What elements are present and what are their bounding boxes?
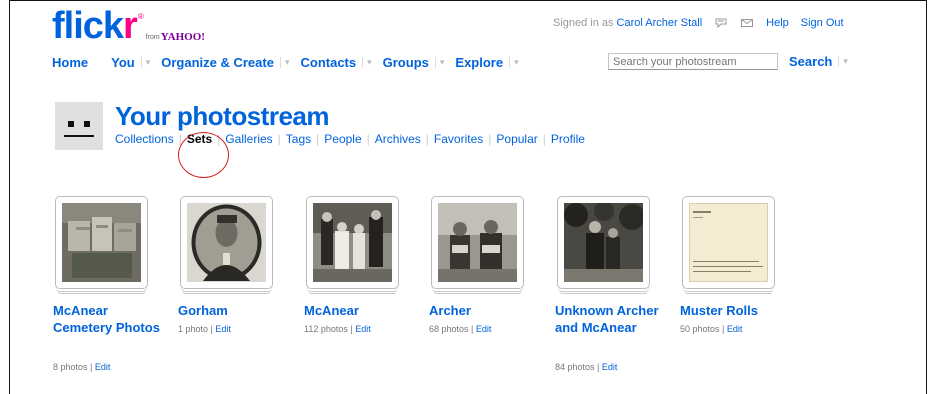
nav-home[interactable]: Home bbox=[52, 55, 88, 70]
set-photo-count: 8 photos bbox=[53, 362, 88, 372]
dropdown-arrow-icon[interactable]: ▾ bbox=[509, 56, 519, 68]
yahoo-logo: YAHOO! bbox=[160, 31, 205, 43]
set-title[interactable]: McAnear Cemetery Photos bbox=[53, 302, 163, 336]
tab-popular[interactable]: Popular bbox=[496, 132, 537, 146]
search-button-label: Search bbox=[789, 54, 833, 69]
nav-explore[interactable]: Explore ▾ bbox=[455, 55, 518, 70]
set-photo bbox=[187, 203, 266, 282]
avatar-mouth bbox=[64, 135, 94, 137]
subnav-separator: | bbox=[316, 132, 320, 146]
nav-organize-create[interactable]: Organize & Create ▾ bbox=[161, 55, 289, 70]
set-thumbnail[interactable] bbox=[306, 196, 399, 289]
set-meta: 112 photos | Edit bbox=[304, 324, 371, 334]
set-photo-count: 84 photos bbox=[555, 362, 595, 372]
nav-label: You bbox=[111, 54, 135, 70]
set-meta: 8 photos | Edit bbox=[53, 362, 111, 372]
window-border-top bbox=[9, 0, 927, 1]
search-input[interactable] bbox=[608, 53, 778, 70]
search-button[interactable]: Search ▾ bbox=[789, 54, 848, 69]
logo-flick: flick bbox=[52, 5, 124, 47]
set-photo-count: 112 photos bbox=[304, 324, 348, 334]
nav-you[interactable]: You ▾ bbox=[111, 55, 150, 70]
set-photo bbox=[62, 203, 141, 282]
subnav-separator: | bbox=[366, 132, 370, 146]
set-title[interactable]: Muster Rolls bbox=[680, 302, 790, 319]
subnav-separator: | bbox=[277, 132, 281, 146]
dropdown-arrow-icon[interactable]: ▾ bbox=[362, 56, 372, 68]
contacts-icon[interactable] bbox=[714, 17, 728, 29]
annotation-circle bbox=[178, 132, 229, 178]
set-edit-link[interactable]: Edit bbox=[602, 362, 618, 372]
avatar-eye bbox=[84, 121, 90, 127]
set-thumbnail[interactable] bbox=[55, 196, 148, 289]
set-edit-link[interactable]: Edit bbox=[355, 324, 371, 334]
account-bar: Signed in as Carol Archer Stall Help Sig… bbox=[553, 17, 844, 29]
tab-favorites[interactable]: Favorites bbox=[434, 132, 483, 146]
set-title[interactable]: Gorham bbox=[178, 302, 288, 319]
set-meta: 50 photos | Edit bbox=[680, 324, 743, 334]
set-edit-link[interactable]: Edit bbox=[476, 324, 492, 334]
tab-profile[interactable]: Profile bbox=[551, 132, 585, 146]
nav-label: Organize & Create bbox=[161, 54, 274, 70]
set-title[interactable]: McAnear bbox=[304, 302, 414, 319]
set-thumbnail[interactable] bbox=[431, 196, 524, 289]
set-photo-count: 1 photo bbox=[178, 324, 209, 334]
set-photo-count: 50 photos bbox=[680, 324, 720, 334]
tab-archives[interactable]: Archives bbox=[375, 132, 421, 146]
set-photo bbox=[564, 203, 643, 282]
window-border-right bbox=[926, 0, 927, 394]
subnav-separator: | bbox=[425, 132, 429, 146]
set-meta: 84 photos | Edit bbox=[555, 362, 618, 372]
set-photo bbox=[438, 203, 517, 282]
nav-groups[interactable]: Groups ▾ bbox=[383, 55, 445, 70]
set-thumbnail[interactable] bbox=[180, 196, 273, 289]
dropdown-arrow-icon[interactable]: ▾ bbox=[434, 56, 444, 68]
set-edit-link[interactable]: Edit bbox=[727, 324, 743, 334]
dropdown-arrow-icon[interactable]: ▾ bbox=[279, 56, 289, 68]
avatar-eye bbox=[68, 121, 74, 127]
window-border-left bbox=[9, 0, 10, 394]
mail-icon[interactable] bbox=[740, 17, 754, 29]
page-title: Your photostream bbox=[115, 101, 329, 131]
logo-registered: ® bbox=[137, 12, 144, 21]
subnav-separator: | bbox=[488, 132, 492, 146]
tab-collections[interactable]: Collections bbox=[115, 132, 174, 146]
set-photo-count: 68 photos bbox=[429, 324, 469, 334]
avatar[interactable] bbox=[55, 102, 103, 150]
user-name-link[interactable]: Carol Archer Stall bbox=[617, 17, 703, 29]
set-photo bbox=[313, 203, 392, 282]
set-thumbnail[interactable] bbox=[682, 196, 775, 289]
set-edit-link[interactable]: Edit bbox=[215, 324, 231, 334]
set-meta: 68 photos | Edit bbox=[429, 324, 492, 334]
main-nav: Home You ▾ Organize & Create ▾ Contacts … bbox=[52, 54, 519, 70]
set-photo bbox=[689, 203, 768, 282]
tab-people[interactable]: People bbox=[324, 132, 361, 146]
flickr-logo[interactable]: flick r ® from YAHOO! bbox=[52, 7, 205, 45]
dropdown-arrow-icon[interactable]: ▾ bbox=[140, 56, 150, 68]
set-title[interactable]: Unknown Archer and McAnear bbox=[555, 302, 665, 336]
set-edit-link[interactable]: Edit bbox=[95, 362, 111, 372]
nav-contacts[interactable]: Contacts ▾ bbox=[300, 55, 371, 70]
dropdown-arrow-icon[interactable]: ▾ bbox=[838, 56, 848, 67]
help-link[interactable]: Help bbox=[766, 17, 789, 29]
logo-r: r bbox=[123, 5, 138, 47]
set-title[interactable]: Archer bbox=[429, 302, 539, 319]
sign-out-link[interactable]: Sign Out bbox=[801, 17, 844, 29]
subnav-separator: | bbox=[542, 132, 546, 146]
signed-in-label: Signed in as bbox=[553, 17, 614, 29]
set-meta: 1 photo | Edit bbox=[178, 324, 231, 334]
set-thumbnail[interactable] bbox=[557, 196, 650, 289]
nav-label: Explore bbox=[455, 54, 504, 70]
tab-tags[interactable]: Tags bbox=[286, 132, 311, 146]
nav-label: Groups bbox=[382, 54, 429, 70]
logo-from: from bbox=[145, 34, 160, 41]
nav-label: Home bbox=[52, 54, 89, 70]
tab-galleries[interactable]: Galleries bbox=[225, 132, 272, 146]
nav-label: Contacts bbox=[300, 54, 357, 70]
